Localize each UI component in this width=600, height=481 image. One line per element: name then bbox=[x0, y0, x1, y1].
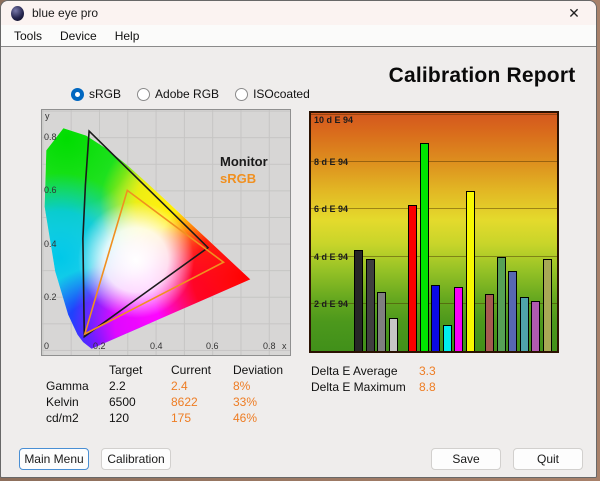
cie-ytick: 0.2 bbox=[44, 292, 57, 302]
menu-device[interactable]: Device bbox=[51, 27, 106, 45]
radio-adobe-rgb[interactable]: Adobe RGB bbox=[137, 87, 219, 101]
main-menu-button[interactable]: Main Menu bbox=[19, 448, 89, 470]
table-corner bbox=[46, 363, 109, 379]
bar-green bbox=[420, 143, 429, 351]
cell-target: 120 bbox=[109, 411, 171, 427]
cie-xtick: 0.4 bbox=[150, 341, 163, 351]
profile-radio-group: sRGB Adobe RGB ISOcoated bbox=[71, 87, 310, 101]
bar-gray-dark-1 bbox=[354, 250, 363, 352]
bar-yellow-muted bbox=[543, 259, 552, 351]
calibration-button[interactable]: Calibration bbox=[101, 448, 171, 470]
cell-current: 2.4 bbox=[171, 379, 233, 395]
delta-e-average-row: Delta E Average 3.3 bbox=[311, 364, 436, 380]
bar-blue-muted bbox=[508, 271, 517, 351]
ytick-label: 4 d E 94 bbox=[314, 252, 348, 262]
window-title: blue eye pro bbox=[32, 6, 98, 20]
bar-cyan bbox=[443, 325, 452, 351]
delta-e-bar-chart: 2 d E 94 4 d E 94 6 d E 94 8 d E 94 10 d E 9… bbox=[309, 111, 559, 353]
delta-e-average-label: Delta E Average bbox=[311, 364, 419, 378]
row-label-gamma: Gamma bbox=[46, 379, 109, 395]
bar-gray-light bbox=[389, 318, 398, 351]
table-header-target: Target bbox=[109, 363, 171, 379]
cie-xtick: 0.2 bbox=[93, 341, 106, 351]
table-header-deviation: Deviation bbox=[233, 363, 303, 379]
cell-target: 6500 bbox=[109, 395, 171, 411]
cell-current: 8622 bbox=[171, 395, 233, 411]
ytick-label: 8 d E 94 bbox=[314, 157, 348, 167]
radio-srgb[interactable]: sRGB bbox=[71, 87, 121, 101]
radio-icon bbox=[71, 88, 84, 101]
bar-cyan-muted bbox=[520, 297, 529, 351]
menubar: ToolsDeviceHelp bbox=[1, 25, 596, 47]
cie-origin-label: 0 bbox=[44, 341, 49, 351]
radio-icon bbox=[137, 88, 150, 101]
table-header-current: Current bbox=[171, 363, 233, 379]
bar-blue bbox=[431, 285, 440, 351]
legend-srgb: sRGB bbox=[220, 171, 256, 186]
bar-gray-mid bbox=[377, 292, 386, 351]
cell-deviation: 8% bbox=[233, 379, 303, 395]
menu-tools[interactable]: Tools bbox=[5, 27, 51, 45]
delta-e-average-value: 3.3 bbox=[419, 364, 436, 378]
cell-deviation: 46% bbox=[233, 411, 303, 427]
ytick-label: 6 d E 94 bbox=[314, 204, 348, 214]
radio-isocoated[interactable]: ISOcoated bbox=[235, 87, 310, 101]
cie-xlabel: x bbox=[282, 341, 287, 351]
app-window: blue eye pro ✕ ToolsDeviceHelp sRGB Adobe… bbox=[0, 0, 597, 478]
cell-deviation: 33% bbox=[233, 395, 303, 411]
ytick-label: 10 d E 94 bbox=[314, 115, 353, 125]
bar-gray-dark-2 bbox=[366, 259, 375, 351]
cie-xtick: 0.6 bbox=[206, 341, 219, 351]
cie-chromaticity-diagram: Monitor sRGB 0.2 0.4 0.6 0.8 0.2 0.4 0.6 0.8 0 y x bbox=[41, 109, 291, 356]
delta-e-maximum-label: Delta E Maximum bbox=[311, 380, 419, 394]
cie-ytick: 0.6 bbox=[44, 185, 57, 195]
titlebar: blue eye pro ✕ bbox=[1, 1, 596, 25]
bar-yellow bbox=[466, 191, 475, 352]
delta-e-maximum-row: Delta E Maximum 8.8 bbox=[311, 380, 436, 396]
cie-xtick: 0.8 bbox=[263, 341, 276, 351]
cie-ylabel: y bbox=[45, 111, 50, 121]
radio-label: Adobe RGB bbox=[155, 87, 219, 101]
row-label-cd-m2: cd/m2 bbox=[46, 411, 109, 427]
menu-help[interactable]: Help bbox=[106, 27, 149, 45]
cie-ytick: 0.8 bbox=[44, 132, 57, 142]
radio-label: ISOcoated bbox=[253, 87, 310, 101]
radio-icon bbox=[235, 88, 248, 101]
cell-current: 175 bbox=[171, 411, 233, 427]
quit-button[interactable]: Quit bbox=[513, 448, 583, 470]
bar-red-muted bbox=[485, 294, 494, 351]
app-eye-icon bbox=[11, 6, 24, 21]
delta-e-summary: Delta E Average 3.3 Delta E Maximum 8.8 bbox=[311, 364, 436, 396]
save-button[interactable]: Save bbox=[431, 448, 501, 470]
content-area: sRGB Adobe RGB ISOcoated Calibration Repor… bbox=[1, 47, 596, 477]
ytick-label: 2 d E 94 bbox=[314, 299, 348, 309]
row-label-kelvin: Kelvin bbox=[46, 395, 109, 411]
results-table: TargetCurrentDeviation Gamma2.22.48% Kelvi… bbox=[46, 363, 303, 427]
close-icon[interactable]: ✕ bbox=[558, 1, 590, 25]
cie-ytick: 0.4 bbox=[44, 239, 57, 249]
bar-red bbox=[408, 205, 417, 351]
cie-gamut-svg bbox=[42, 110, 290, 355]
desktop: blue eye pro ✕ ToolsDeviceHelp sRGB Adobe… bbox=[0, 0, 600, 481]
bar-green-muted bbox=[497, 257, 506, 351]
bar-magenta-muted bbox=[531, 301, 540, 351]
radio-label: sRGB bbox=[89, 87, 121, 101]
page-title: Calibration Report bbox=[357, 64, 597, 88]
legend-monitor: Monitor bbox=[220, 154, 268, 169]
delta-e-maximum-value: 8.8 bbox=[419, 380, 436, 394]
cell-target: 2.2 bbox=[109, 379, 171, 395]
bar-magenta bbox=[454, 287, 463, 351]
